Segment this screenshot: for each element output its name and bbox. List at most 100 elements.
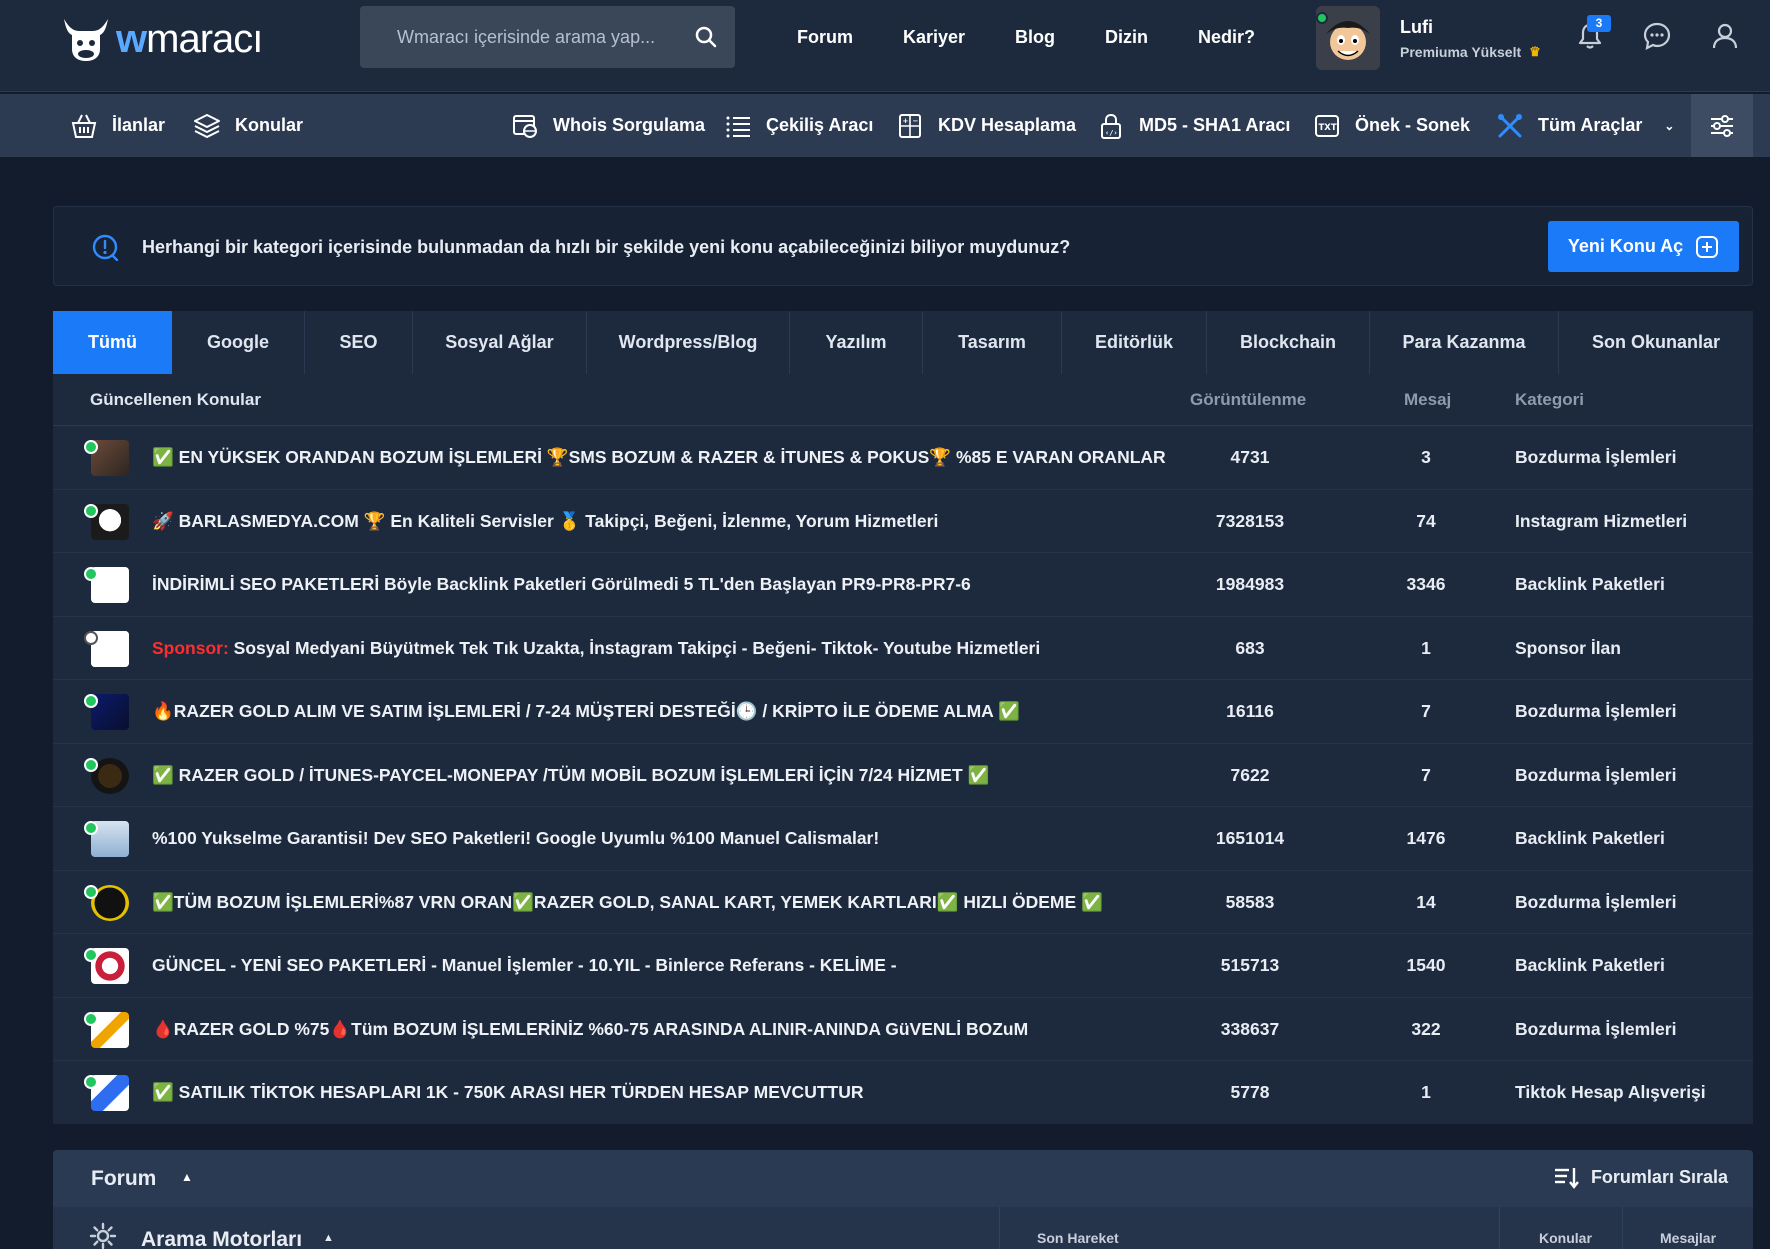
basket-icon: [71, 114, 97, 138]
subnav-ilanlar[interactable]: İlanlar: [70, 94, 165, 157]
search-input[interactable]: [360, 26, 680, 48]
sliders-icon: [1711, 114, 1733, 137]
topic-category[interactable]: Bozdurma İşlemleri: [1515, 1019, 1676, 1040]
upgrade-link[interactable]: Premiuma Yükselt ♛: [1400, 44, 1541, 60]
new-topic-button[interactable]: Yeni Konu Aç: [1548, 221, 1739, 272]
tool-md5[interactable]: ‹/› MD5 - SHA1 Aracı: [1097, 94, 1290, 157]
main-nav: Forum Kariyer Blog Dizin Nedir?: [797, 0, 1305, 75]
topic-title[interactable]: 🔥RAZER GOLD ALIM VE SATIM İŞLEMLERİ / 7-…: [152, 701, 1020, 722]
topic-category[interactable]: Bozdurma İşlemleri: [1515, 765, 1676, 786]
tab-blockchain[interactable]: Blockchain: [1207, 311, 1370, 374]
topic-title[interactable]: İNDİRİMLİ SEO PAKETLERİ Böyle Backlink P…: [152, 574, 971, 595]
table-row[interactable]: 🔥RAZER GOLD ALIM VE SATIM İŞLEMLERİ / 7-…: [53, 680, 1753, 744]
tab-yazilim[interactable]: Yazılım: [790, 311, 923, 374]
table-row[interactable]: 🚀 BARLASMEDYA.COM 🏆 En Kaliteli Servisle…: [53, 490, 1753, 553]
topic-category[interactable]: Bozdurma İşlemleri: [1515, 892, 1676, 913]
chat-icon[interactable]: [1641, 20, 1673, 52]
subnav-konular[interactable]: Konular: [193, 94, 303, 157]
topic-title[interactable]: 🚀 BARLASMEDYA.COM 🏆 En Kaliteli Servisle…: [152, 511, 938, 532]
tab-sosyal-aglar[interactable]: Sosyal Ağlar: [413, 311, 587, 374]
topic-title[interactable]: ✅ SATILIK TİKTOK HESAPLARI 1K - 750K ARA…: [152, 1082, 863, 1103]
forum-category-header: Arama Motorları ▲ Son Hareket Konular Me…: [53, 1207, 1753, 1249]
caret-up-icon[interactable]: ▲: [323, 1232, 334, 1244]
table-row[interactable]: İNDİRİMLİ SEO PAKETLERİ Böyle Backlink P…: [53, 553, 1753, 617]
sort-icon: [1554, 1168, 1579, 1189]
avatar[interactable]: [1316, 6, 1380, 70]
nav-blog[interactable]: Blog: [1015, 27, 1055, 48]
topic-title-text: İNDİRİMLİ SEO PAKETLERİ Böyle Backlink P…: [152, 574, 971, 594]
tool-md5-label: MD5 - SHA1 Aracı: [1139, 115, 1291, 135]
user-menu[interactable]: Lufi Premiuma Yükselt ♛: [1316, 6, 1541, 70]
col-last-activity: Son Hareket: [1037, 1230, 1119, 1246]
col-topics: Konular: [1539, 1230, 1592, 1246]
topic-title[interactable]: 🩸RAZER GOLD %75🩸Tüm BOZUM İŞLEMLERİNİZ %…: [152, 1019, 1028, 1040]
tool-cekilis[interactable]: Çekiliş Aracı: [724, 94, 873, 157]
tab-tumu[interactable]: Tümü: [53, 311, 172, 374]
tab-editorluk[interactable]: Editörlük: [1062, 311, 1207, 374]
nav-dizin[interactable]: Dizin: [1105, 27, 1148, 48]
topic-category[interactable]: Backlink Paketleri: [1515, 828, 1665, 849]
topic-title[interactable]: ✅ RAZER GOLD / İTUNES-PAYCEL-MONEPAY /TÜ…: [152, 765, 989, 786]
header-category: Kategori: [1515, 390, 1584, 409]
globe-lock-icon: [513, 114, 537, 138]
online-indicator: [84, 884, 98, 899]
topic-title[interactable]: ✅ EN YÜKSEK ORANDAN BOZUM İŞLEMLERİ 🏆SMS…: [152, 447, 1166, 468]
topic-messages: 1476: [1406, 828, 1446, 848]
table-row[interactable]: ✅ RAZER GOLD / İTUNES-PAYCEL-MONEPAY /TÜ…: [53, 744, 1753, 807]
caret-up-icon[interactable]: ▲: [181, 1170, 193, 1184]
filter-button[interactable]: [1691, 94, 1753, 157]
topic-category[interactable]: Bozdurma İşlemleri: [1515, 701, 1676, 722]
topic-title[interactable]: ✅TÜM BOZUM İŞLEMLERİ%87 VRN ORAN✅RAZER G…: [152, 892, 1103, 913]
nav-nedir[interactable]: Nedir?: [1198, 27, 1255, 48]
topic-views: 1984983: [1215, 574, 1285, 594]
topic-title-text: GÜNCEL - YENİ SEO PAKETLERİ - Manuel İşl…: [152, 955, 897, 975]
sort-forums-button[interactable]: Forumları Sırala: [1553, 1164, 1728, 1190]
forum-label[interactable]: Forum: [91, 1167, 156, 1191]
tab-seo[interactable]: SEO: [305, 311, 413, 374]
search-icon[interactable]: [694, 25, 718, 49]
tab-tasarim[interactable]: Tasarım: [923, 311, 1062, 374]
table-row[interactable]: ✅ EN YÜKSEK ORANDAN BOZUM İŞLEMLERİ 🏆SMS…: [53, 426, 1753, 490]
topic-title-text: Sosyal Medyani Büyütmek Tek Tık Uzakta, …: [228, 637, 1041, 658]
gear-icon: [89, 1222, 117, 1249]
topic-title[interactable]: GÜNCEL - YENİ SEO PAKETLERİ - Manuel İşl…: [152, 955, 897, 976]
topic-category[interactable]: Bozdurma İşlemleri: [1515, 447, 1676, 468]
nav-forum[interactable]: Forum: [797, 27, 853, 48]
tab-wordpress-blog[interactable]: Wordpress/Blog: [587, 311, 790, 374]
tab-google[interactable]: Google: [172, 311, 305, 374]
table-row[interactable]: GÜNCEL - YENİ SEO PAKETLERİ - Manuel İşl…: [53, 934, 1753, 998]
topic-category[interactable]: Backlink Paketleri: [1515, 955, 1665, 976]
topic-title[interactable]: %100 Yukselme Garantisi! Dev SEO Paketle…: [152, 828, 879, 849]
info-banner: Herhangi bir kategori içerisinde bulunma…: [53, 206, 1753, 286]
tool-kdv[interactable]: + − KDV Hesaplama: [896, 94, 1076, 157]
tab-para-kazanma[interactable]: Para Kazanma: [1370, 311, 1559, 374]
tool-whois[interactable]: Whois Sorgulama: [511, 94, 705, 157]
chevron-down-icon: ⌄: [1664, 118, 1675, 133]
topic-messages: 14: [1416, 891, 1436, 912]
table-row[interactable]: %100 Yukselme Garantisi! Dev SEO Paketle…: [53, 807, 1753, 871]
topic-messages: 322: [1411, 1018, 1441, 1039]
topic-title-text: %100 Yukselme Garantisi! Dev SEO Paketle…: [152, 828, 880, 848]
user-icon[interactable]: [1709, 20, 1741, 52]
topic-category[interactable]: Backlink Paketleri: [1515, 574, 1665, 595]
table-row[interactable]: ✅TÜM BOZUM İŞLEMLERİ%87 VRN ORAN✅RAZER G…: [53, 871, 1753, 934]
topic-category[interactable]: Sponsor İlan: [1515, 638, 1621, 659]
topic-category[interactable]: Tiktok Hesap Alışverişi: [1515, 1082, 1706, 1103]
topic-title[interactable]: Sponsor: Sosyal Medyani Büyütmek Tek Tık…: [152, 638, 1040, 659]
logo-wordmark: wmaracı: [116, 17, 263, 62]
upgrade-label: Premiuma Yükselt: [1400, 43, 1522, 60]
offline-indicator: [84, 630, 98, 645]
topic-views: 338637: [1220, 1018, 1280, 1039]
table-row[interactable]: Sponsor: Sosyal Medyani Büyütmek Tek Tık…: [53, 617, 1753, 680]
forum-category-title[interactable]: Arama Motorları: [141, 1228, 302, 1249]
topic-title-text: ✅TÜM BOZUM İŞLEMLERİ%87 VRN ORAN✅RAZER G…: [152, 891, 1103, 912]
tab-son-okunanlar[interactable]: Son Okunanlar: [1559, 311, 1753, 374]
nav-kariyer[interactable]: Kariyer: [903, 27, 965, 48]
table-row[interactable]: ✅ SATILIK TİKTOK HESAPLARI 1K - 750K ARA…: [53, 1061, 1753, 1125]
tool-onek-sonek[interactable]: TXT Önek - Sonek: [1313, 94, 1470, 157]
topic-title-text: ✅ RAZER GOLD / İTUNES-PAYCEL-MONEPAY /TÜ…: [152, 764, 990, 785]
site-logo[interactable]: wmaracı: [60, 14, 263, 64]
tool-all[interactable]: Tüm Araçlar ⌄: [1496, 94, 1674, 157]
topic-category[interactable]: Instagram Hizmetleri: [1515, 511, 1687, 532]
table-row[interactable]: 🩸RAZER GOLD %75🩸Tüm BOZUM İŞLEMLERİNİZ %…: [53, 998, 1753, 1061]
